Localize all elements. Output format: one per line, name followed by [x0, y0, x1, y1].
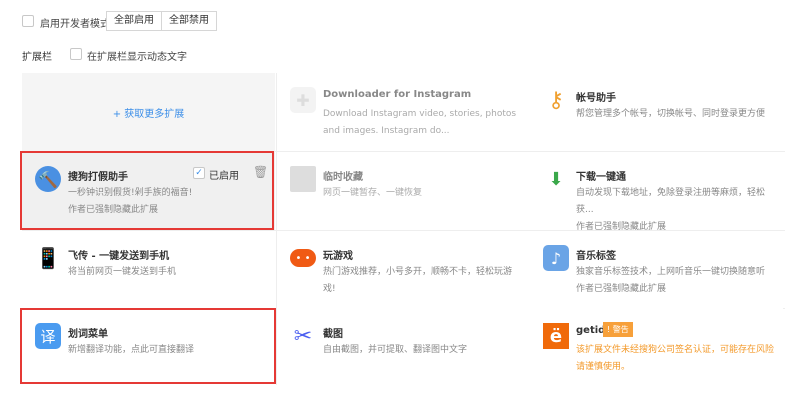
getid-icon: ë — [543, 323, 569, 349]
extension-title: 飞传 - 一键发送到手机 — [68, 251, 170, 262]
gamepad-icon: • • — [290, 249, 316, 267]
extension-title: Downloader for Instagram — [323, 89, 472, 100]
puzzle-icon: ✚ — [290, 87, 316, 113]
extension-title: 截图 — [323, 329, 343, 340]
extension-title: getid — [576, 325, 606, 336]
extension-desc: 自由截图，并可提取、翻译图中文字 — [323, 345, 468, 355]
extension-desc: 网页一键暂存、一键恢复 — [323, 188, 423, 198]
extension-title: 下载一键通 — [576, 172, 626, 183]
extension-title: 玩游戏 — [323, 251, 353, 262]
music-icon: ♪ — [543, 245, 569, 271]
key-icon: ⚷ — [547, 87, 565, 113]
extension-desc: 帮您管理多个帐号，切换帐号、同时登录更方便 — [576, 109, 766, 119]
extension-desc: 自动发现下载地址，免除登录注册等麻烦，轻松获... 作者已强制隐藏此扩展 — [576, 188, 766, 232]
dev-mode-label: 启用开发者模式 — [40, 19, 110, 30]
get-more-link[interactable]: + 获取更多扩展 — [113, 105, 185, 120]
extension-card[interactable]: ✚ Downloader for Instagram Download Inst… — [277, 73, 530, 151]
get-more-extensions[interactable]: + 获取更多扩展 — [22, 73, 275, 151]
extension-card[interactable]: ë getid ! 警告 该扩展文件未经搜狗公司签名认证，可能存在风险请谨慎使用… — [530, 309, 783, 387]
extension-card[interactable]: ♪ 音乐标签 独家音乐标签技术，上网听音乐一键切换随意听 作者已强制隐藏此扩展 — [530, 231, 783, 309]
extension-desc: 热门游戏推荐，小号多开，顺畅不卡，轻松玩游戏! — [323, 267, 513, 294]
highlight-box — [20, 308, 276, 384]
extension-desc: 将当前网页一键发送到手机 — [68, 267, 177, 277]
phone-send-icon: 📱 — [35, 246, 61, 270]
extension-desc: Download Instagram video, stories, photo… — [323, 109, 517, 136]
extension-title: 临时收藏 — [323, 172, 363, 183]
extension-desc: 独家音乐标签技术，上网听音乐一键切换随意听 作者已强制隐藏此扩展 — [576, 267, 766, 294]
extension-desc: 该扩展文件未经搜狗公司签名认证，可能存在风险请谨慎使用。 — [576, 345, 775, 372]
extension-card[interactable]: ⬇ 下载一键通 自动发现下载地址，免除登录注册等麻烦，轻松获... 作者已强制隐藏… — [530, 152, 783, 232]
warning-badge: ! 警告 — [603, 322, 633, 337]
highlight-box — [20, 151, 274, 230]
disable-all-button[interactable]: 全部禁用 — [161, 11, 217, 31]
dynamic-text-label: 在扩展栏显示动态文字 — [87, 52, 187, 63]
extension-title: 帐号助手 — [576, 93, 616, 104]
extension-card[interactable]: ⚷ 帐号助手 帮您管理多个帐号，切换帐号、同时登录更方便 — [530, 73, 783, 151]
enable-all-button[interactable]: 全部启用 — [106, 11, 162, 31]
extension-title: 音乐标签 — [576, 251, 616, 262]
window-icon — [290, 166, 316, 192]
download-icon: ⬇ — [548, 168, 564, 190]
scissors-icon: ✂ — [293, 323, 313, 349]
extension-card[interactable]: 临时收藏 网页一键暂存、一键恢复 — [277, 152, 530, 230]
dynamic-text-checkbox[interactable] — [70, 48, 82, 60]
extbar-label: 扩展栏 — [22, 52, 52, 63]
dev-mode-checkbox[interactable] — [22, 15, 34, 27]
extension-card[interactable]: 📱 飞传 - 一键发送到手机 将当前网页一键发送到手机 — [22, 231, 275, 309]
extension-card[interactable]: • • 玩游戏 热门游戏推荐，小号多开，顺畅不卡，轻松玩游戏! — [277, 231, 530, 309]
extension-card[interactable]: ✂ 截图 自由截图，并可提取、翻译图中文字 — [277, 309, 530, 387]
